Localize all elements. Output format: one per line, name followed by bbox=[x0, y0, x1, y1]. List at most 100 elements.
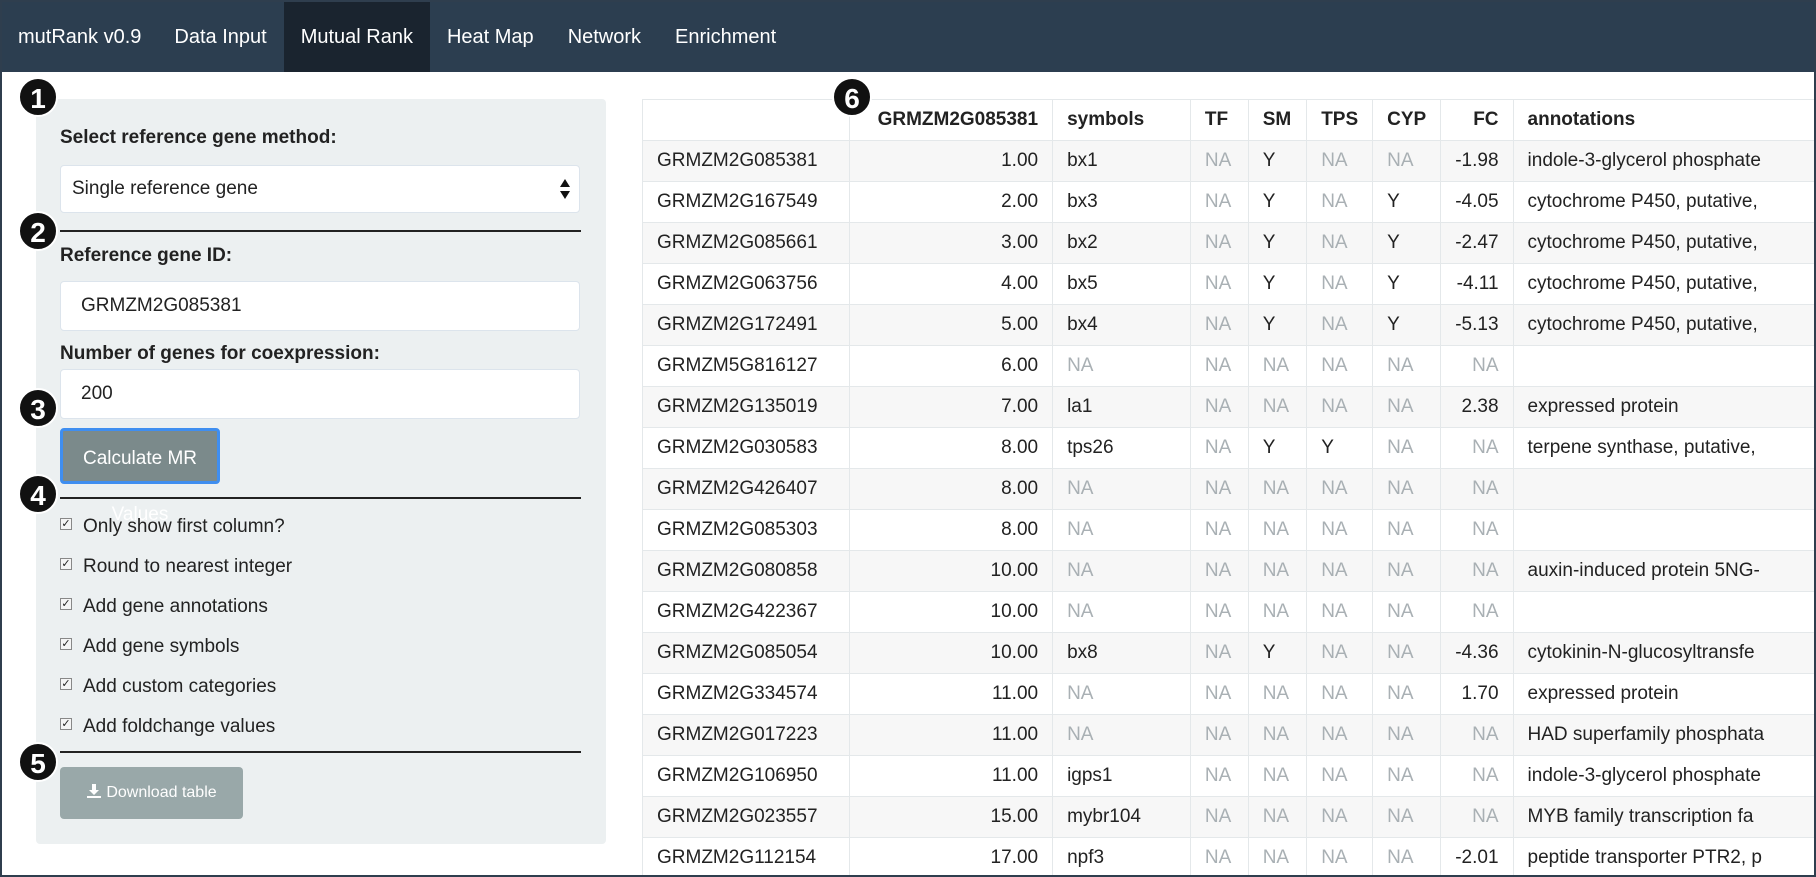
table-cell: Y bbox=[1247, 140, 1308, 182]
header-tf[interactable]: TF bbox=[1189, 99, 1249, 141]
checkbox-custom-categories[interactable]: ✓ Add custom categories bbox=[60, 676, 276, 702]
table-cell: Y bbox=[1372, 181, 1442, 223]
header-symbols[interactable]: symbols bbox=[1052, 99, 1191, 141]
table-row[interactable]: GRMZM2G135019 7.00 la1 NA NA NA NA 2.38 expresse… bbox=[642, 386, 1814, 428]
checkbox-gene-symbols[interactable]: ✓ Add gene symbols bbox=[60, 636, 239, 662]
checkbox-gene-annotations[interactable]: ✓ Add gene annotations bbox=[60, 596, 268, 622]
table-cell: NA bbox=[1247, 345, 1308, 387]
num-genes-input[interactable]: 200 bbox=[60, 369, 580, 419]
table-cell: 8.00 bbox=[849, 427, 1054, 469]
table-cell: indole-3-glycerol phosphate bbox=[1512, 755, 1814, 797]
table-cell: NA bbox=[1440, 714, 1514, 756]
table-row[interactable]: GRMZM2G112154 17.00 npf3 NA NA NA NA -2.01 pepti… bbox=[642, 837, 1814, 875]
tab-mutual-rank[interactable]: Mutual Rank bbox=[283, 2, 430, 72]
checkbox-checked-icon[interactable]: ✓ bbox=[60, 678, 72, 690]
table-cell: NA bbox=[1372, 550, 1442, 592]
table-cell: NA bbox=[1247, 714, 1308, 756]
table-row[interactable]: GRMZM2G106950 11.00 igps1 NA NA NA NA NA indole-… bbox=[642, 755, 1814, 797]
table-cell: NA bbox=[1189, 591, 1249, 633]
checkbox-label: Only show first column? bbox=[83, 516, 285, 537]
table-cell: Y bbox=[1306, 427, 1374, 469]
table-cell: NA bbox=[1372, 673, 1442, 715]
table-cell: NA bbox=[1372, 714, 1442, 756]
tab-enrichment[interactable]: Enrichment bbox=[658, 2, 793, 72]
table-cell: NA bbox=[1189, 181, 1249, 223]
checkbox-checked-icon[interactable]: ✓ bbox=[60, 638, 72, 650]
table-row[interactable]: GRMZM2G167549 2.00 bx3 NA Y NA Y -4.05 cytochrom… bbox=[642, 181, 1814, 223]
table-cell: 3.00 bbox=[849, 222, 1054, 264]
checkbox-only-first-column[interactable]: ✓ Only show first column? bbox=[60, 516, 285, 542]
table-cell: NA bbox=[1306, 468, 1374, 510]
header-cyp[interactable]: CYP bbox=[1372, 99, 1442, 141]
table-cell: -5.13 bbox=[1440, 304, 1514, 346]
table-cell: NA bbox=[1189, 755, 1249, 797]
table-cell: NA bbox=[1247, 509, 1308, 551]
table-row[interactable]: GRMZM5G816127 6.00 NA NA NA NA NA NA bbox=[642, 345, 1814, 387]
table-cell: Y bbox=[1372, 304, 1442, 346]
table-row[interactable]: GRMZM2G422367 10.00 NA NA NA NA NA NA bbox=[642, 591, 1814, 633]
table-cell: NA bbox=[1247, 550, 1308, 592]
table-row[interactable]: GRMZM2G085054 10.00 bx8 NA Y NA NA -4.36 cytokin… bbox=[642, 632, 1814, 674]
header-sm[interactable]: SM bbox=[1247, 99, 1308, 141]
table-cell: GRMZM2G426407 bbox=[642, 468, 851, 510]
table-row[interactable]: GRMZM2G085661 3.00 bx2 NA Y NA Y -2.47 cytochrom… bbox=[642, 222, 1814, 264]
table-row[interactable]: GRMZM2G023557 15.00 mybr104 NA NA NA NA NA MYB f… bbox=[642, 796, 1814, 838]
app-brand[interactable]: mutRank v0.9 bbox=[2, 2, 157, 72]
table-cell: NA bbox=[1440, 427, 1514, 469]
table-cell: NA bbox=[1306, 755, 1374, 797]
table-cell: NA bbox=[1247, 673, 1308, 715]
header-tps[interactable]: TPS bbox=[1306, 99, 1374, 141]
table-row[interactable]: GRMZM2G063756 4.00 bx5 NA Y NA Y -4.11 cytochrom… bbox=[642, 263, 1814, 305]
navbar: mutRank v0.9 Data Input Mutual Rank Heat… bbox=[2, 2, 1814, 72]
tab-network[interactable]: Network bbox=[551, 2, 658, 72]
download-table-button[interactable]: Download table bbox=[60, 767, 243, 819]
checkbox-checked-icon[interactable]: ✓ bbox=[60, 558, 72, 570]
table-cell: NA bbox=[1306, 181, 1374, 223]
table-cell: NA bbox=[1372, 632, 1442, 674]
checkbox-checked-icon[interactable]: ✓ bbox=[60, 598, 72, 610]
checkbox-checked-icon[interactable]: ✓ bbox=[60, 518, 72, 530]
tab-heat-map[interactable]: Heat Map bbox=[430, 2, 551, 72]
table-cell: 15.00 bbox=[849, 796, 1054, 838]
table-cell: Y bbox=[1247, 304, 1308, 346]
table-cell: Y bbox=[1372, 222, 1442, 264]
gene-id-input[interactable]: GRMZM2G085381 bbox=[60, 281, 580, 331]
checkbox-checked-icon[interactable]: ✓ bbox=[60, 718, 72, 730]
table-cell: NA bbox=[1052, 714, 1191, 756]
table-cell: 8.00 bbox=[849, 509, 1054, 551]
table-cell: GRMZM2G085054 bbox=[642, 632, 851, 674]
table-row[interactable]: GRMZM2G080858 10.00 NA NA NA NA NA NA auxin-indu… bbox=[642, 550, 1814, 592]
header-fc[interactable]: FC bbox=[1440, 99, 1514, 141]
table-row[interactable]: GRMZM2G030583 8.00 tps26 NA Y Y NA NA terpene sy… bbox=[642, 427, 1814, 469]
method-select[interactable]: Single reference gene bbox=[60, 165, 580, 213]
table-cell: NA bbox=[1189, 304, 1249, 346]
table-cell: NA bbox=[1052, 509, 1191, 551]
checkbox-label: Add custom categories bbox=[83, 676, 277, 697]
method-label: Select reference gene method: bbox=[60, 127, 337, 148]
header-annotations[interactable]: annotations bbox=[1512, 99, 1814, 141]
table-row[interactable]: GRMZM2G085381 1.00 bx1 NA Y NA NA -1.98 indole-3… bbox=[642, 140, 1814, 182]
table-cell: GRMZM5G816127 bbox=[642, 345, 851, 387]
method-select-value: Single reference gene bbox=[72, 178, 258, 199]
calculate-mr-button[interactable]: Calculate MR Values bbox=[60, 428, 220, 525]
table-cell: Y bbox=[1372, 263, 1442, 305]
header-reference-gene[interactable]: GRMZM2G085381 bbox=[849, 99, 1054, 141]
table-cell: terpene synthase, putative, bbox=[1512, 427, 1814, 469]
checkbox-foldchange-values[interactable]: ✓ Add foldchange values bbox=[60, 716, 275, 742]
table-row[interactable]: GRMZM2G017223 11.00 NA NA NA NA NA NA HAD superf… bbox=[642, 714, 1814, 756]
tab-data-input[interactable]: Data Input bbox=[157, 2, 283, 72]
table-row[interactable]: GRMZM2G334574 11.00 NA NA NA NA NA 1.70 expresse… bbox=[642, 673, 1814, 715]
checkbox-round-integer[interactable]: ✓ Round to nearest integer bbox=[60, 556, 292, 582]
table-cell: NA bbox=[1306, 837, 1374, 875]
table-row[interactable]: GRMZM2G426407 8.00 NA NA NA NA NA NA bbox=[642, 468, 1814, 510]
table-cell: MYB family transcription fa bbox=[1512, 796, 1814, 838]
table-cell: npf3 bbox=[1052, 837, 1191, 875]
header-gene-id[interactable] bbox=[642, 99, 851, 141]
table-cell: GRMZM2G167549 bbox=[642, 181, 851, 223]
checkbox-label: Add gene annotations bbox=[83, 596, 268, 617]
table-row[interactable]: GRMZM2G085303 8.00 NA NA NA NA NA NA bbox=[642, 509, 1814, 551]
table-cell: NA bbox=[1440, 755, 1514, 797]
table-row[interactable]: GRMZM2G172491 5.00 bx4 NA Y NA Y -5.13 cytochrom… bbox=[642, 304, 1814, 346]
table-cell: -4.36 bbox=[1440, 632, 1514, 674]
table-cell: 10.00 bbox=[849, 591, 1054, 633]
